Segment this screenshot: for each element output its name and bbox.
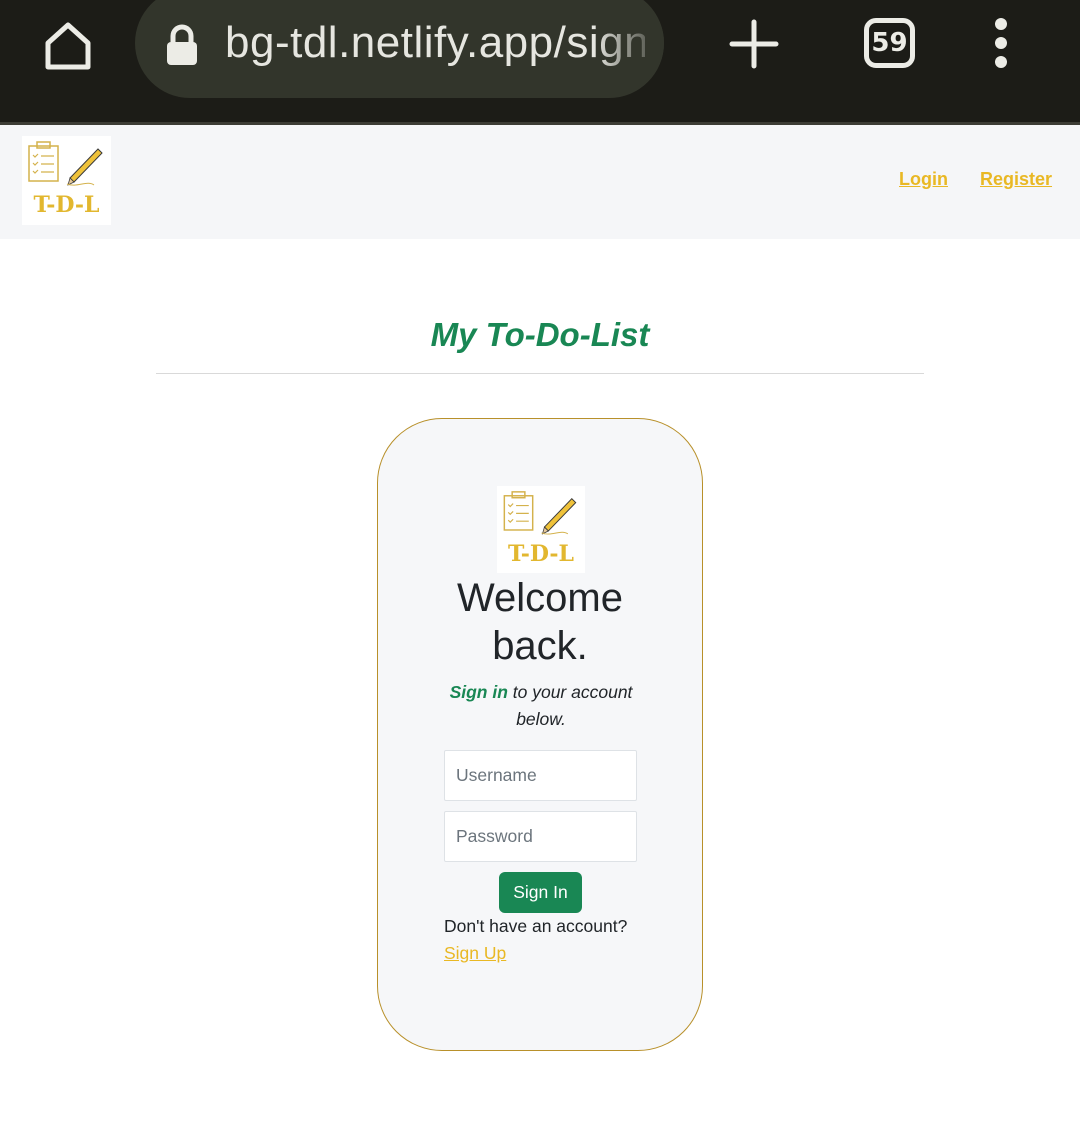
address-bar[interactable]: bg-tdl.netlify.app/signin <box>135 0 664 98</box>
overflow-menu-icon[interactable] <box>990 18 1012 70</box>
card-logo-text: T-D-L <box>508 541 574 567</box>
welcome-heading: Welcome back. <box>378 574 702 670</box>
plus-icon[interactable] <box>728 18 780 70</box>
page-title: My To-Do-List <box>430 316 650 353</box>
home-button[interactable] <box>38 16 98 74</box>
signin-subtitle-rest: to your account below. <box>507 682 633 729</box>
lock-icon <box>167 24 197 65</box>
site-navbar: T-D-L Login Register <box>0 125 1080 239</box>
title-divider <box>156 373 924 374</box>
card-logo: T-D-L <box>497 486 585 573</box>
signin-subtitle-accent: Sign in <box>449 682 508 702</box>
home-icon <box>45 22 91 70</box>
password-input[interactable] <box>444 811 637 862</box>
brand-logo[interactable]: T-D-L <box>22 136 111 225</box>
url-fade <box>594 0 664 98</box>
signin-card: T-D-L Welcome back. Sign in to your acco… <box>377 418 703 1051</box>
username-input[interactable] <box>444 750 637 801</box>
signin-button[interactable]: Sign In <box>499 872 582 913</box>
brand-logo-text: T-D-L <box>33 192 100 218</box>
welcome-line-1: Welcome <box>457 576 623 620</box>
url-text: bg-tdl.netlify.app/signin <box>225 18 645 67</box>
signup-link[interactable]: Sign Up <box>444 943 506 964</box>
no-account-text: Don't have an account? <box>444 916 628 936</box>
browser-toolbar: bg-tdl.netlify.app/signin 59 <box>0 0 1080 122</box>
welcome-line-2: back. <box>492 624 588 668</box>
register-link[interactable]: Register <box>980 169 1052 190</box>
signin-subtitle: Sign in to your account below. <box>438 679 644 733</box>
tabs-icon[interactable]: 59 <box>864 18 915 68</box>
login-link[interactable]: Login <box>899 169 948 190</box>
